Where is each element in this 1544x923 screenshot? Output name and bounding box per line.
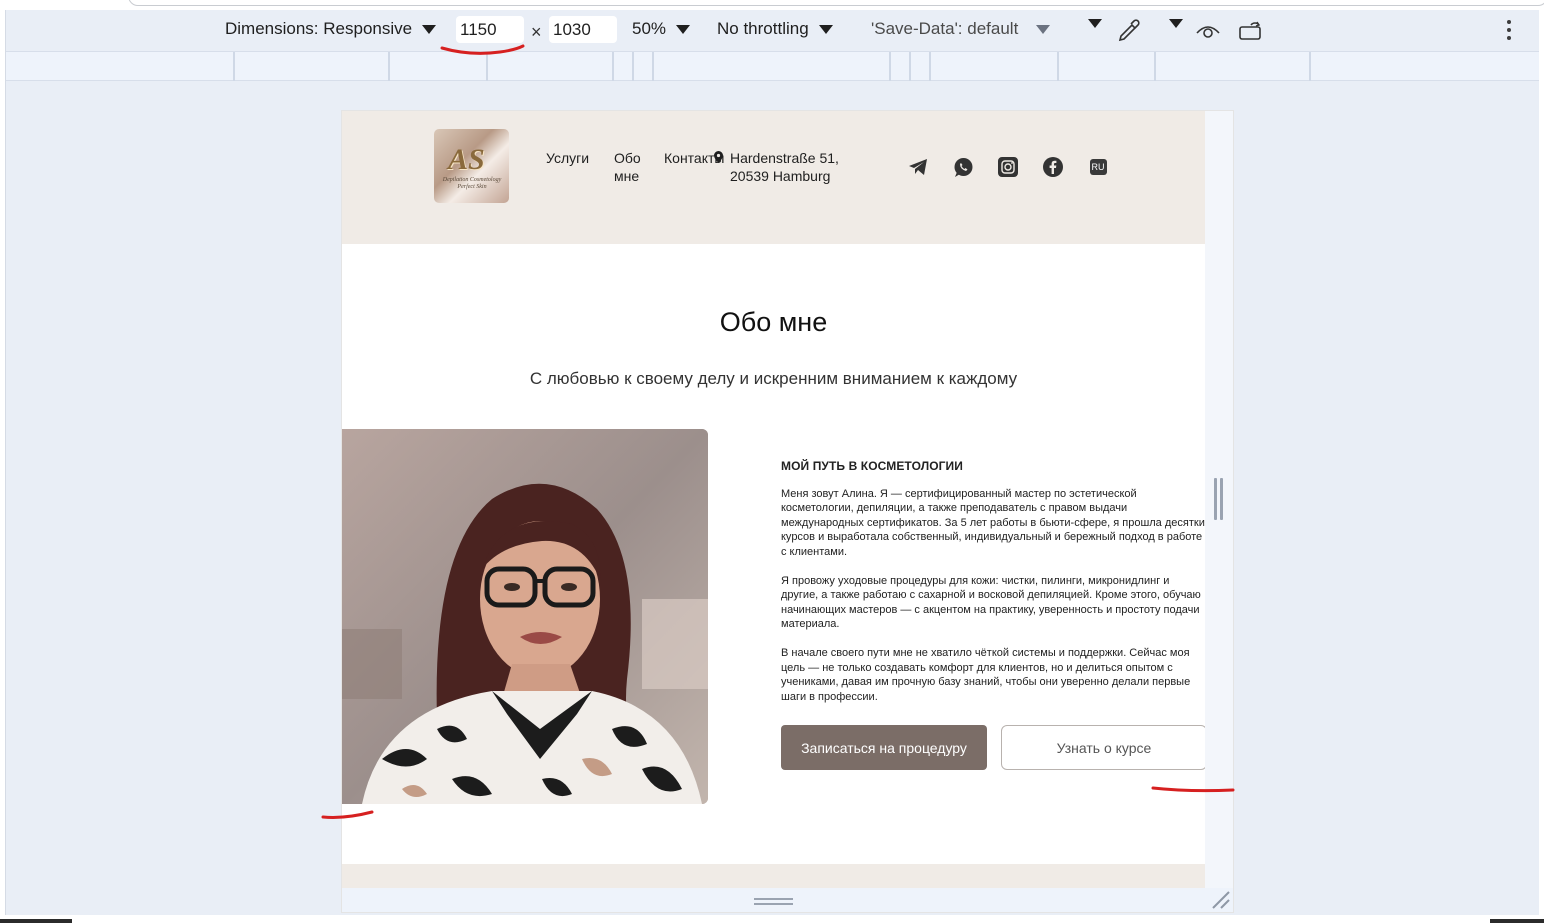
instagram-icon[interactable] [997,156,1019,178]
page-viewport[interactable]: AS Depilation Cosmetology Perfect Skin У… [341,110,1234,913]
next-section-strip [342,864,1205,888]
book-procedure-button[interactable]: Записаться на процедуру [781,725,987,770]
dimensions-label: Dimensions: Responsive [225,19,413,38]
eye-icon[interactable] [1195,21,1221,41]
chevron-down-icon [1169,19,1183,28]
portrait-photo [342,429,708,804]
about-text: МОЙ ПУТЬ В КОСМЕТОЛОГИИ Меня зовут Алина… [781,459,1205,719]
throttling-dropdown[interactable]: No throttling [717,19,833,39]
address: Hardenstraße 51, 20539 Hamburg [730,149,839,185]
about-paragraph-3: В начале своего пути мне не хватило чётк… [781,647,1191,703]
viewport-bottom-resize-handle[interactable] [342,888,1233,912]
save-data-label: 'Save-Data': default [871,19,1019,38]
zoom-dropdown[interactable]: 50% [632,19,691,39]
address-line1: Hardenstraße 51, [730,150,839,166]
chevron-down-icon [676,24,691,34]
rotate-icon[interactable] [1237,20,1265,42]
about-title: Обо мне [719,307,828,337]
browser-top-edge [0,0,1544,8]
save-data-dropdown[interactable]: 'Save-Data': default [871,19,1051,39]
device-toolbar: Dimensions: Responsive × 50% No throttli… [6,10,1539,50]
media-query-ruler [6,51,1539,81]
nav-about-line1: Обо [614,150,641,166]
throttling-label: No throttling [717,19,809,38]
eyedropper-icon[interactable] [1116,18,1142,44]
whatsapp-icon[interactable] [952,156,974,178]
dimensions-dropdown[interactable]: Dimensions: Responsive [225,19,437,39]
site-header: AS Depilation Cosmetology Perfect Skin У… [342,111,1205,244]
resize-corner-icon[interactable] [1209,888,1231,910]
language-label: RU [1089,159,1107,175]
devtools-device-panel: Dimensions: Responsive × 50% No throttli… [5,10,1539,915]
telegram-icon[interactable] [907,156,929,178]
eye-options-dropdown[interactable] [1159,19,1183,28]
width-input[interactable] [456,16,524,43]
zoom-label: 50% [632,19,667,38]
chevron-down-icon [1088,19,1102,28]
about-paragraph-1: Меня зовут Алина. Я — сертифицированный … [781,487,1205,558]
more-vert-icon[interactable] [1507,20,1511,44]
logo-mark: AS [448,143,485,176]
learn-course-button[interactable]: Узнать о курсе [1001,725,1207,770]
logo-subtitle: Depilation Cosmetology Perfect Skin [442,177,502,190]
nav-about[interactable]: Обо мне [614,149,641,185]
nav-about-line2: мне [614,168,640,184]
more-options-dropdown[interactable] [1078,19,1102,28]
about-paragraph-2: Я провожу уходовые процедуры для кожи: ч… [781,574,1201,631]
language-switcher[interactable]: RU [1087,156,1109,178]
chevron-down-icon [422,24,437,34]
nav-services[interactable]: Услуги [546,149,589,167]
about-subtitle: С любовью к своему делу и искренним вним… [529,369,1018,388]
chevron-down-icon [1036,24,1051,34]
annotation-underline-width [440,44,525,55]
times-separator: × [531,22,542,42]
location-pin-icon [714,151,723,163]
about-heading: МОЙ ПУТЬ В КОСМЕТОЛОГИИ [781,459,964,473]
chevron-down-icon [818,24,833,34]
address-line2: 20539 Hamburg [730,168,831,184]
height-input[interactable] [549,16,617,43]
annotation-underline-right [1151,786,1235,793]
facebook-icon[interactable] [1042,156,1064,178]
annotation-underline-left [321,810,374,819]
taskbar-edge [0,918,1544,923]
viewport-side-resize-handle[interactable] [1214,478,1226,520]
site-logo[interactable]: AS Depilation Cosmetology Perfect Skin [434,129,509,203]
